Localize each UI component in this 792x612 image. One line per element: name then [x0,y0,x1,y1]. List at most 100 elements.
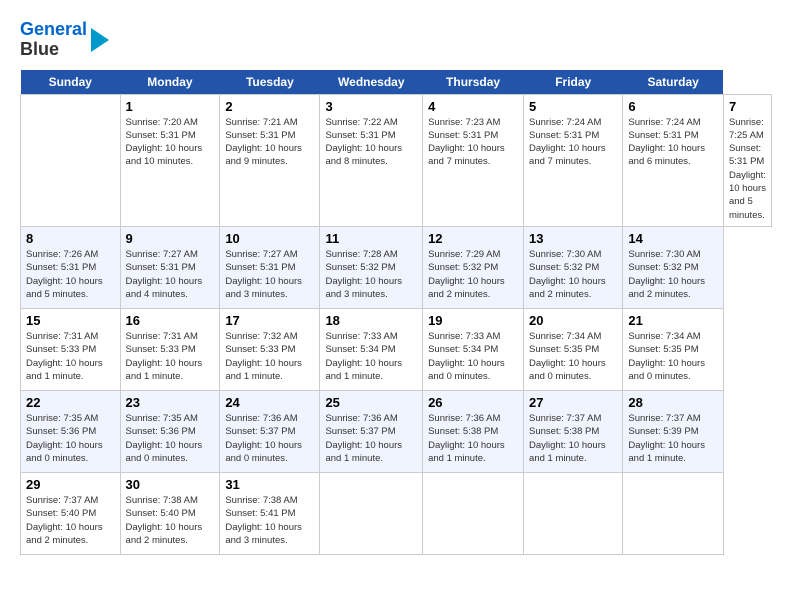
sunrise-label: Sunrise: 7:36 AM [325,413,397,424]
sunset-label: Sunset: 5:32 PM [628,262,698,273]
daylight-label: Daylight: 10 hours and 2 minutes. [529,276,606,300]
sunset-label: Sunset: 5:32 PM [325,262,395,273]
sunrise-label: Sunrise: 7:23 AM [428,117,500,128]
sunset-label: Sunset: 5:31 PM [26,262,96,273]
daylight-label: Daylight: 10 hours and 9 minutes. [225,143,302,167]
day-number: 21 [628,313,718,328]
day-number: 23 [126,395,215,410]
sunset-label: Sunset: 5:31 PM [729,143,764,167]
calendar-cell: 1 Sunrise: 7:20 AM Sunset: 5:31 PM Dayli… [120,94,220,226]
day-number: 28 [628,395,718,410]
sunset-label: Sunset: 5:37 PM [325,426,395,437]
day-number: 20 [529,313,617,328]
sunrise-label: Sunrise: 7:38 AM [225,495,297,506]
calendar-header-row: SundayMondayTuesdayWednesdayThursdayFrid… [21,70,772,95]
sunset-label: Sunset: 5:31 PM [225,130,295,141]
calendar-cell: 25 Sunrise: 7:36 AM Sunset: 5:37 PM Dayl… [320,390,423,472]
day-info: Sunrise: 7:30 AM Sunset: 5:32 PM Dayligh… [529,248,617,301]
calendar-cell: 27 Sunrise: 7:37 AM Sunset: 5:38 PM Dayl… [524,390,623,472]
daylight-label: Daylight: 10 hours and 7 minutes. [428,143,505,167]
page-header: GeneralBlue [20,20,772,60]
day-number: 22 [26,395,115,410]
day-number: 5 [529,99,617,114]
daylight-label: Daylight: 10 hours and 0 minutes. [428,358,505,382]
daylight-label: Daylight: 10 hours and 1 minute. [26,358,103,382]
sunrise-label: Sunrise: 7:37 AM [26,495,98,506]
calendar-cell [524,472,623,554]
column-header-thursday: Thursday [423,70,524,95]
daylight-label: Daylight: 10 hours and 10 minutes. [126,143,203,167]
day-info: Sunrise: 7:37 AM Sunset: 5:39 PM Dayligh… [628,412,718,465]
calendar-cell: 14 Sunrise: 7:30 AM Sunset: 5:32 PM Dayl… [623,226,724,308]
daylight-label: Daylight: 10 hours and 1 minute. [529,440,606,464]
logo-text: GeneralBlue [20,20,87,60]
daylight-label: Daylight: 10 hours and 0 minutes. [26,440,103,464]
sunrise-label: Sunrise: 7:25 AM [729,117,764,141]
daylight-label: Daylight: 10 hours and 2 minutes. [26,522,103,546]
day-info: Sunrise: 7:33 AM Sunset: 5:34 PM Dayligh… [428,330,518,383]
day-number: 29 [26,477,115,492]
column-header-monday: Monday [120,70,220,95]
day-number: 31 [225,477,314,492]
calendar-cell: 13 Sunrise: 7:30 AM Sunset: 5:32 PM Dayl… [524,226,623,308]
sunrise-label: Sunrise: 7:31 AM [26,331,98,342]
sunset-label: Sunset: 5:34 PM [325,344,395,355]
day-number: 18 [325,313,417,328]
sunset-label: Sunset: 5:35 PM [529,344,599,355]
day-info: Sunrise: 7:31 AM Sunset: 5:33 PM Dayligh… [126,330,215,383]
calendar-cell: 6 Sunrise: 7:24 AM Sunset: 5:31 PM Dayli… [623,94,724,226]
sunrise-label: Sunrise: 7:29 AM [428,249,500,260]
day-number: 19 [428,313,518,328]
day-number: 15 [26,313,115,328]
day-number: 16 [126,313,215,328]
sunset-label: Sunset: 5:36 PM [126,426,196,437]
calendar-cell: 31 Sunrise: 7:38 AM Sunset: 5:41 PM Dayl… [220,472,320,554]
day-number: 7 [729,99,766,114]
day-info: Sunrise: 7:20 AM Sunset: 5:31 PM Dayligh… [126,116,215,169]
calendar-cell: 12 Sunrise: 7:29 AM Sunset: 5:32 PM Dayl… [423,226,524,308]
day-number: 9 [126,231,215,246]
sunrise-label: Sunrise: 7:36 AM [225,413,297,424]
day-number: 3 [325,99,417,114]
daylight-label: Daylight: 10 hours and 1 minute. [628,440,705,464]
calendar-cell: 11 Sunrise: 7:28 AM Sunset: 5:32 PM Dayl… [320,226,423,308]
daylight-label: Daylight: 10 hours and 0 minutes. [529,358,606,382]
calendar-cell: 7 Sunrise: 7:25 AM Sunset: 5:31 PM Dayli… [723,94,771,226]
day-number: 8 [26,231,115,246]
calendar-cell: 24 Sunrise: 7:36 AM Sunset: 5:37 PM Dayl… [220,390,320,472]
sunset-label: Sunset: 5:39 PM [628,426,698,437]
day-number: 13 [529,231,617,246]
day-info: Sunrise: 7:36 AM Sunset: 5:37 PM Dayligh… [325,412,417,465]
sunset-label: Sunset: 5:32 PM [428,262,498,273]
calendar-week-row: 15 Sunrise: 7:31 AM Sunset: 5:33 PM Dayl… [21,308,772,390]
sunset-label: Sunset: 5:41 PM [225,508,295,519]
day-number: 11 [325,231,417,246]
day-info: Sunrise: 7:29 AM Sunset: 5:32 PM Dayligh… [428,248,518,301]
day-info: Sunrise: 7:36 AM Sunset: 5:37 PM Dayligh… [225,412,314,465]
calendar-week-row: 8 Sunrise: 7:26 AM Sunset: 5:31 PM Dayli… [21,226,772,308]
daylight-label: Daylight: 10 hours and 3 minutes. [325,276,402,300]
calendar-cell: 21 Sunrise: 7:34 AM Sunset: 5:35 PM Dayl… [623,308,724,390]
calendar-cell: 29 Sunrise: 7:37 AM Sunset: 5:40 PM Dayl… [21,472,121,554]
daylight-label: Daylight: 10 hours and 8 minutes. [325,143,402,167]
daylight-label: Daylight: 10 hours and 0 minutes. [225,440,302,464]
day-info: Sunrise: 7:27 AM Sunset: 5:31 PM Dayligh… [225,248,314,301]
day-info: Sunrise: 7:23 AM Sunset: 5:31 PM Dayligh… [428,116,518,169]
calendar-cell [21,94,121,226]
sunset-label: Sunset: 5:31 PM [428,130,498,141]
calendar-cell: 16 Sunrise: 7:31 AM Sunset: 5:33 PM Dayl… [120,308,220,390]
day-info: Sunrise: 7:22 AM Sunset: 5:31 PM Dayligh… [325,116,417,169]
sunset-label: Sunset: 5:33 PM [26,344,96,355]
sunrise-label: Sunrise: 7:30 AM [628,249,700,260]
sunrise-label: Sunrise: 7:22 AM [325,117,397,128]
day-info: Sunrise: 7:31 AM Sunset: 5:33 PM Dayligh… [26,330,115,383]
day-info: Sunrise: 7:28 AM Sunset: 5:32 PM Dayligh… [325,248,417,301]
calendar-cell: 18 Sunrise: 7:33 AM Sunset: 5:34 PM Dayl… [320,308,423,390]
sunset-label: Sunset: 5:31 PM [529,130,599,141]
sunrise-label: Sunrise: 7:33 AM [325,331,397,342]
day-info: Sunrise: 7:27 AM Sunset: 5:31 PM Dayligh… [126,248,215,301]
calendar-cell: 23 Sunrise: 7:35 AM Sunset: 5:36 PM Dayl… [120,390,220,472]
day-info: Sunrise: 7:25 AM Sunset: 5:31 PM Dayligh… [729,116,766,222]
sunset-label: Sunset: 5:35 PM [628,344,698,355]
sunrise-label: Sunrise: 7:32 AM [225,331,297,342]
